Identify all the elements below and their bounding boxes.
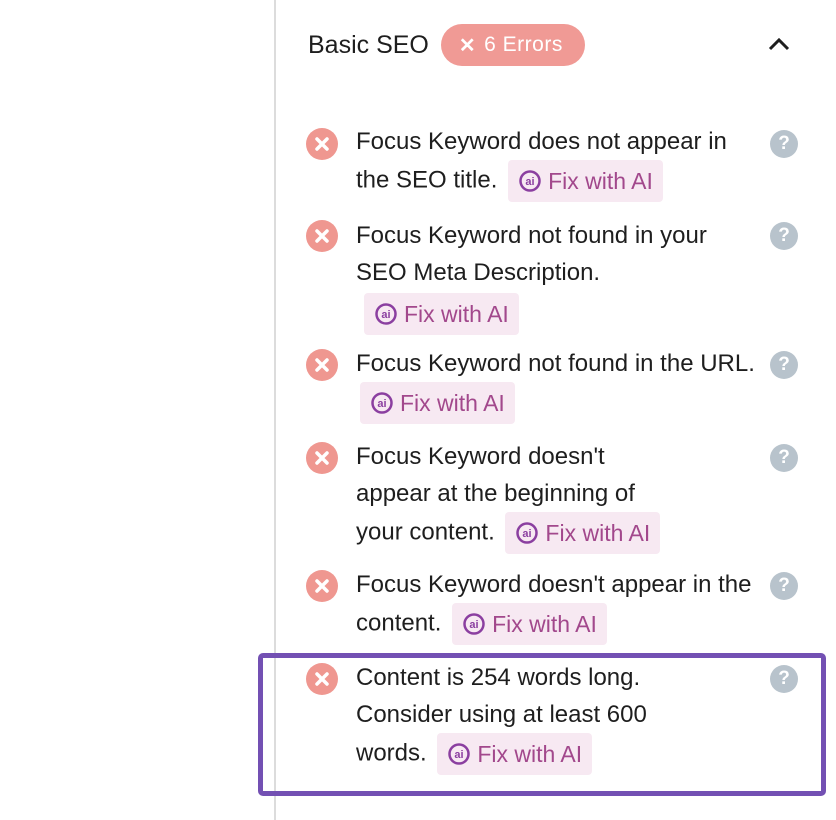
- error-count-badge: ✕ 6 Errors: [440, 24, 585, 66]
- svg-text:ai: ai: [469, 619, 478, 631]
- check-text: Focus Keyword does not appear in the SEO…: [356, 123, 756, 202]
- ai-icon: ai: [463, 613, 485, 635]
- svg-text:ai: ai: [381, 309, 390, 321]
- error-icon: [306, 442, 338, 474]
- x-icon: ✕: [458, 34, 477, 57]
- badge-label: 6 Errors: [484, 33, 563, 56]
- check-text: Focus Keyword doesn't appear at the begi…: [356, 438, 686, 554]
- fix-with-ai-button[interactable]: ai Fix with AI: [505, 512, 661, 554]
- svg-text:ai: ai: [525, 176, 534, 188]
- ai-icon: ai: [375, 303, 397, 325]
- error-icon: [306, 128, 338, 160]
- highlight-box: [258, 653, 826, 796]
- section-header[interactable]: Basic SEO ✕ 6 Errors: [308, 24, 585, 66]
- help-icon[interactable]: ?: [770, 130, 798, 158]
- fix-with-ai-button[interactable]: ai Fix with AI: [360, 382, 515, 424]
- help-icon[interactable]: ?: [770, 351, 798, 379]
- svg-text:ai: ai: [377, 398, 386, 410]
- check-text: Focus Keyword not found in the URL. ai F…: [356, 345, 756, 424]
- error-icon: [306, 220, 338, 252]
- section-title: Basic SEO: [308, 30, 429, 59]
- error-icon: [306, 570, 338, 602]
- ai-icon: ai: [519, 170, 541, 192]
- fix-with-ai-button[interactable]: ai Fix with AI: [508, 160, 663, 202]
- fix-with-ai-button[interactable]: ai Fix with AI: [452, 603, 607, 645]
- error-icon: [306, 349, 338, 381]
- svg-text:ai: ai: [523, 528, 532, 540]
- ai-icon: ai: [516, 522, 539, 544]
- ai-icon: ai: [371, 392, 393, 414]
- fix-with-ai-button[interactable]: ai Fix with AI: [364, 293, 519, 335]
- help-icon[interactable]: ?: [770, 572, 798, 600]
- help-icon[interactable]: ?: [770, 444, 798, 472]
- help-icon[interactable]: ?: [770, 222, 798, 250]
- chevron-up-icon[interactable]: [764, 30, 794, 60]
- check-text: Focus Keyword not found in your SEO Meta…: [356, 217, 756, 335]
- check-text: Focus Keyword doesn't appear in the cont…: [356, 566, 756, 645]
